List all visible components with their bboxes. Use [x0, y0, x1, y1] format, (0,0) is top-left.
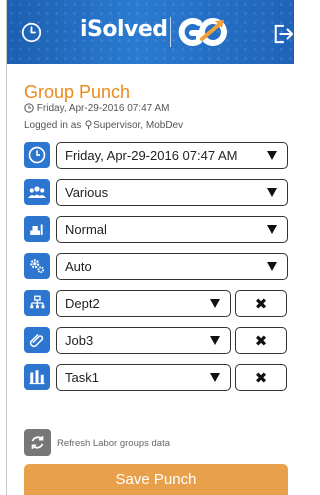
page-title: Group Punch [24, 82, 131, 102]
clear-task-button[interactable]: ✖ [235, 364, 287, 391]
bars-icon [29, 370, 45, 385]
mode-select[interactable]: Auto [56, 253, 288, 280]
logged-in-line: Logged in as Supervisor, MobDev [24, 120, 183, 131]
paperclip-icon [29, 334, 44, 348]
employees-select[interactable]: Various [56, 179, 288, 206]
clock-icon [28, 146, 46, 164]
chevron-down-icon [267, 225, 277, 234]
chevron-down-icon [210, 299, 220, 308]
mode-select-value: Auto [65, 259, 92, 274]
refresh-icon [31, 436, 44, 449]
clock-icon[interactable] [21, 22, 42, 43]
clear-department-button[interactable]: ✖ [235, 290, 287, 317]
clock-icon [24, 103, 34, 113]
job-field-icon [24, 327, 50, 353]
chevron-down-icon [267, 188, 277, 197]
task-select-value: Task1 [65, 370, 99, 385]
close-icon: ✖ [254, 331, 268, 350]
task-select[interactable]: Task1 [56, 364, 231, 391]
logged-in-label: Logged in as [24, 120, 85, 131]
department-select-value: Dept2 [65, 296, 100, 311]
refresh-button[interactable] [24, 429, 51, 456]
close-icon: ✖ [254, 368, 268, 387]
job-select[interactable]: Job3 [56, 327, 231, 354]
logout-icon[interactable] [272, 24, 294, 44]
screen-frame [6, 0, 294, 495]
job-select-value: Job3 [65, 333, 94, 348]
datetime-select-value: Friday, Apr-29-2016 07:47 AM [65, 148, 238, 163]
current-datetime: Friday, Apr-29-2016 07:47 AM [24, 103, 169, 114]
chevron-down-icon [210, 373, 220, 382]
task-field-icon [24, 364, 50, 390]
brand-separator [170, 17, 171, 47]
gears-icon [30, 259, 45, 274]
user-icon [85, 120, 92, 130]
employees-field-icon [24, 179, 50, 205]
mode-field-icon [24, 253, 50, 279]
group-icon [28, 186, 46, 198]
employees-select-value: Various [65, 185, 109, 200]
chevron-down-icon [267, 151, 277, 160]
stamp-icon [30, 224, 43, 235]
chevron-down-icon [267, 262, 277, 271]
datetime-select[interactable]: Friday, Apr-29-2016 07:47 AM [56, 142, 288, 169]
close-icon: ✖ [254, 294, 268, 313]
department-field-icon [24, 290, 50, 316]
clear-job-button[interactable]: ✖ [235, 327, 287, 354]
punch-type-field-icon [24, 216, 50, 242]
punch-type-select[interactable]: Normal [56, 216, 288, 243]
go-logo-icon [178, 18, 227, 46]
department-select[interactable]: Dept2 [56, 290, 231, 317]
brand-name: iSolved [80, 17, 168, 42]
datetime-text: Friday, Apr-29-2016 07:47 AM [36, 103, 170, 114]
user-name: Supervisor, MobDev [93, 120, 184, 131]
org-chart-icon [30, 295, 45, 309]
app-header: iSolved [7, 0, 294, 64]
chevron-down-icon [210, 336, 220, 345]
datetime-field-icon [24, 142, 50, 168]
save-punch-button[interactable]: Save Punch [24, 464, 288, 495]
punch-type-select-value: Normal [65, 222, 107, 237]
refresh-label: Refresh Labor groups data [57, 438, 171, 449]
